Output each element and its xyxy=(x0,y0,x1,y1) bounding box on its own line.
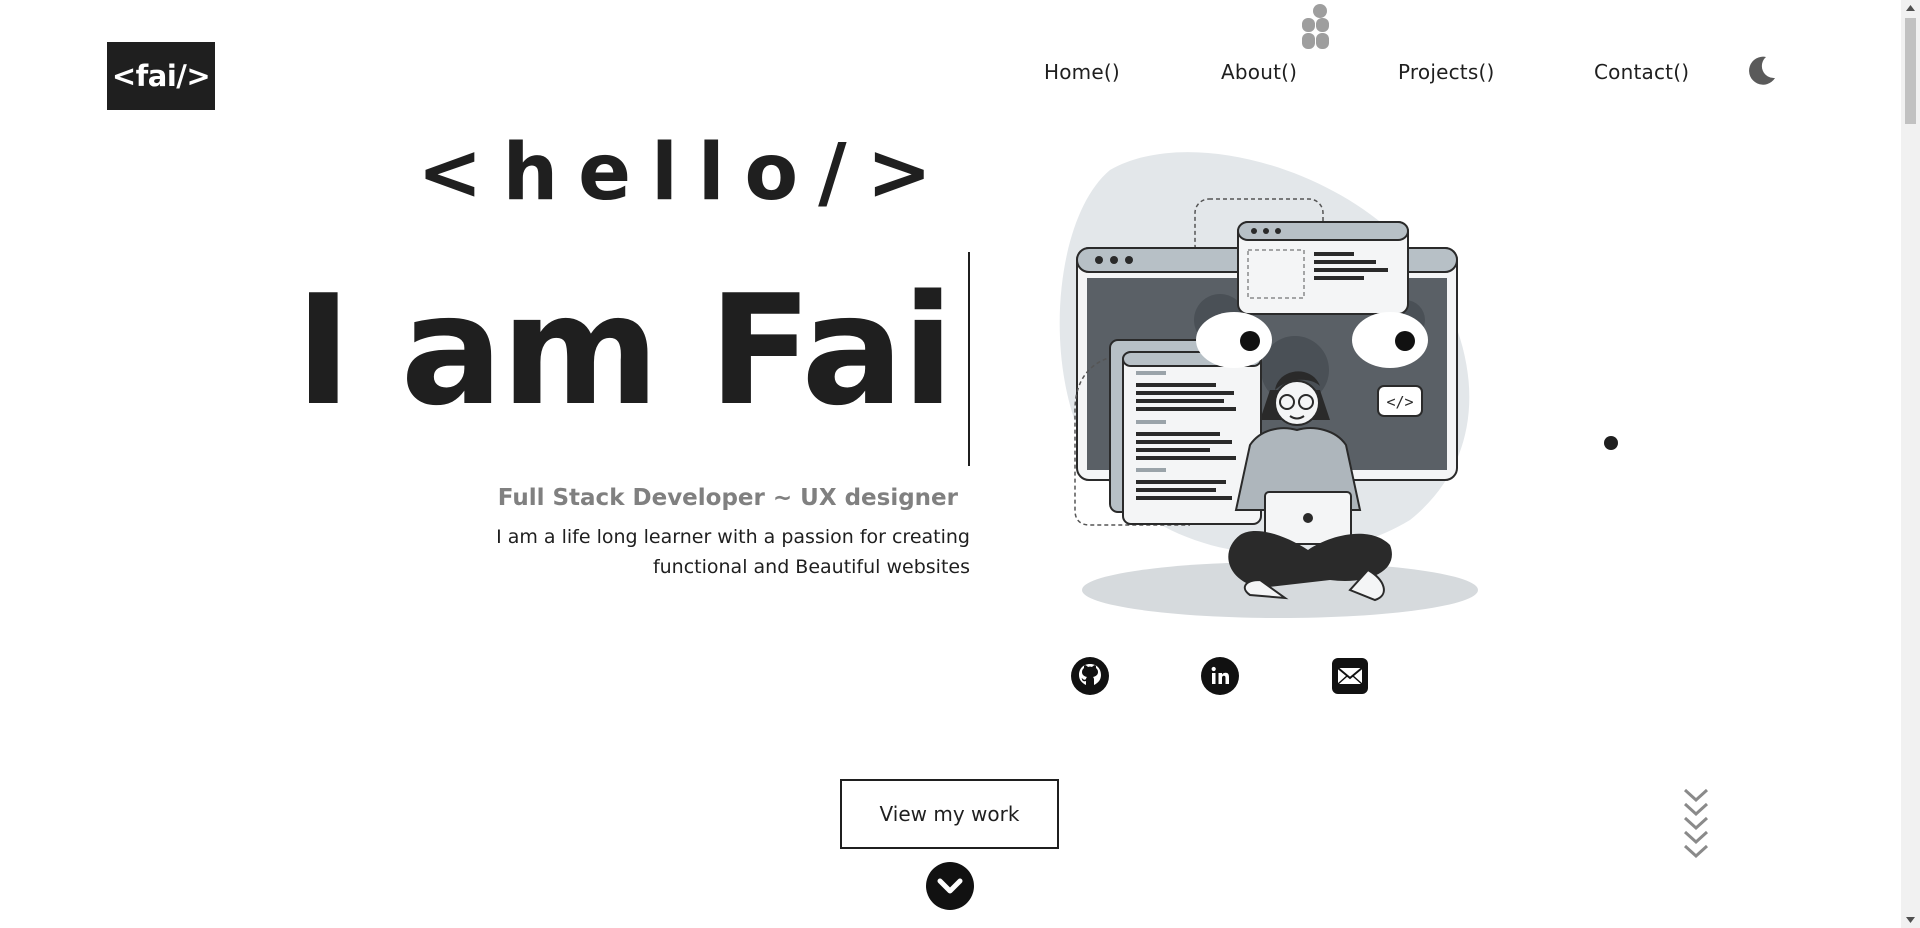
role-subtitle: Full Stack Developer ~ UX designer xyxy=(497,485,958,511)
nav-contact-link[interactable]: Contact() xyxy=(1594,60,1689,84)
nav-home-link[interactable]: Home() xyxy=(1044,60,1120,84)
developer-illustration: </> xyxy=(1059,152,1478,618)
moon-icon[interactable] xyxy=(1744,54,1778,88)
scroll-down-arrow-icon[interactable] xyxy=(1905,916,1916,924)
scrollbar-thumb[interactable] xyxy=(1905,18,1916,124)
email-icon[interactable] xyxy=(1330,656,1370,696)
github-icon[interactable] xyxy=(1070,656,1110,696)
logo[interactable]: <fai/> xyxy=(107,42,215,110)
svg-text:</>: </> xyxy=(1386,393,1413,411)
scroll-up-arrow-icon[interactable] xyxy=(1905,4,1916,12)
name-heading: I am Fai xyxy=(295,262,954,439)
chevron-down-circle-icon[interactable] xyxy=(925,861,975,911)
decorative-dot xyxy=(1604,436,1618,450)
page-scrollbar[interactable] xyxy=(1901,0,1920,928)
chevrons-down-icon xyxy=(1683,788,1709,859)
hero-description: I am a life long learner with a passion … xyxy=(496,526,970,578)
nav-projects-link[interactable]: Projects() xyxy=(1398,60,1494,84)
typing-caret xyxy=(968,252,970,466)
view-my-work-button[interactable]: View my work xyxy=(840,779,1059,849)
nav-about-link[interactable]: About() xyxy=(1221,60,1297,84)
decorative-blob-icon xyxy=(1302,4,1329,49)
linkedin-icon[interactable] xyxy=(1200,656,1240,696)
hello-heading: <hello/> xyxy=(417,128,952,218)
